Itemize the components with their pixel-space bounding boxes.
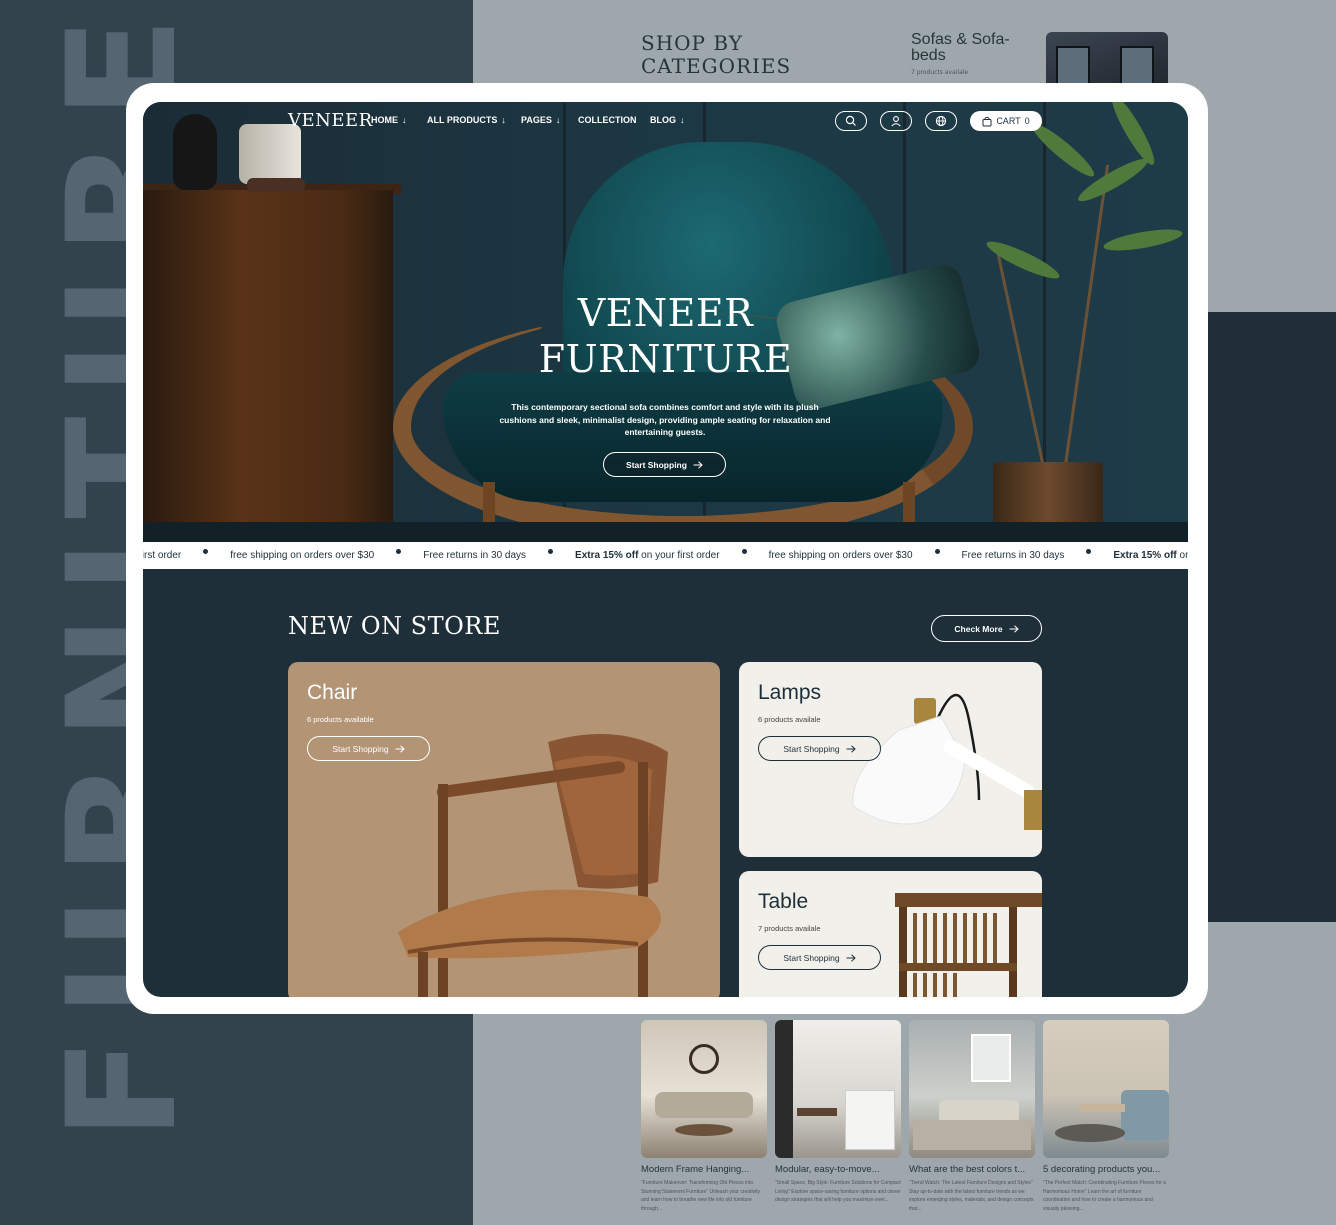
peek-category-name[interactable]: Sofas & Sofa-beds	[911, 32, 1031, 64]
pendant-lamp-image	[852, 693, 1042, 830]
nav-item-label: HOME	[371, 115, 398, 125]
card-count: 6 products available	[307, 715, 374, 724]
ticker-item: first order	[143, 550, 182, 561]
ticker-item: free shipping on orders over $30	[768, 550, 913, 561]
nav-item-pages[interactable]: PAGES ↓	[521, 115, 560, 125]
bullet-icon	[741, 549, 747, 554]
blog-card[interactable]: What are the best colors t... "Trend Wat…	[909, 1020, 1035, 1214]
arrow-right-icon	[1009, 624, 1019, 633]
account-button[interactable]	[880, 111, 912, 131]
chevron-down-icon: ↓	[555, 115, 561, 125]
plant-leaf	[1102, 225, 1184, 255]
nav-item-collection[interactable]: COLLECTION	[578, 115, 637, 125]
blog-description: "Furniture Makeover: Transforming Old Pi…	[641, 1180, 761, 1212]
top-navigation: VENEER HOME ↓ ALL PRODUCTS ↓ PAGES ↓ COLLEC…	[143, 102, 1188, 142]
check-more-button[interactable]: Check More	[931, 615, 1042, 642]
arrow-right-icon	[693, 460, 703, 469]
ticker-item: Free returns in 30 days	[423, 550, 527, 561]
start-shopping-button[interactable]: Start Shopping	[603, 452, 726, 477]
bullet-icon	[934, 549, 940, 554]
baseboard	[143, 522, 1188, 542]
hero-description: This contemporary sectional sofa combine…	[499, 402, 831, 437]
card-count: 6 products availale	[758, 715, 821, 724]
blog-image[interactable]	[1043, 1020, 1169, 1158]
blog-title[interactable]: Modern Frame Hanging...	[641, 1164, 767, 1175]
blog-description: "Small Space, Big Style: Furniture Solut…	[775, 1180, 901, 1203]
blog-description: "Trend Watch: The Latest Furniture Desig…	[909, 1180, 1034, 1212]
nav-item-label: BLOG	[650, 115, 676, 125]
bullet-icon	[396, 549, 402, 554]
start-shopping-button[interactable]: Start Shopping	[307, 736, 430, 761]
plant-leaf	[983, 235, 1063, 285]
button-label: Start Shopping	[783, 952, 840, 963]
blog-image[interactable]	[909, 1020, 1035, 1158]
blog-image[interactable]	[641, 1020, 767, 1158]
background-right-band	[1188, 312, 1336, 922]
hero-section: VENEER HOME ↓ ALL PRODUCTS ↓ PAGES ↓ COLLEC…	[143, 102, 1188, 542]
button-label: Start Shopping	[332, 743, 389, 754]
shopping-bag-icon	[982, 116, 992, 126]
button-label: Check More	[954, 623, 1003, 634]
bullet-icon	[548, 549, 554, 554]
arrow-right-icon	[846, 744, 856, 753]
button-label: Start Shopping	[783, 743, 840, 754]
blog-title[interactable]: 5 decorating products you...	[1043, 1164, 1169, 1175]
ticker-item: Extra 15% off on your first order	[575, 550, 720, 561]
table-lamp-foot	[247, 178, 305, 192]
card-title: Table	[758, 890, 809, 913]
arrow-right-icon	[395, 744, 405, 753]
nav-item-label: ALL PRODUCTS	[427, 115, 498, 125]
wooden-chair-image	[398, 734, 668, 997]
nav-item-home[interactable]: HOME ↓	[371, 115, 407, 125]
cart-count: 0	[1024, 116, 1030, 126]
blog-card[interactable]: Modern Frame Hanging... "Furniture Makeo…	[641, 1020, 767, 1214]
peek-section-title: SHOP BY CATEGORIES	[641, 31, 792, 78]
nav-item-label: PAGES	[521, 115, 552, 125]
start-shopping-button[interactable]: Start Shopping	[758, 736, 881, 761]
logo[interactable]: VENEER	[288, 110, 373, 131]
language-button[interactable]	[925, 111, 957, 131]
blog-description: "The Perfect Match: Coordinating Furnitu…	[1043, 1180, 1166, 1212]
section-title: NEW ON STORE	[288, 612, 501, 640]
blog-card[interactable]: 5 decorating products you... "The Perfec…	[1043, 1020, 1169, 1214]
category-card-lamps[interactable]: Lamps 6 products availale Start Shopping	[739, 662, 1042, 857]
promo-ticker-track: first order free shipping on orders over…	[143, 549, 1188, 561]
nav-item-label: COLLECTION	[578, 115, 637, 125]
ticker-item: Free returns in 30 days	[961, 550, 1065, 561]
start-shopping-button[interactable]: Start Shopping	[758, 945, 881, 970]
blog-image[interactable]	[775, 1020, 901, 1158]
search-button[interactable]	[835, 111, 867, 131]
button-label: Start Shopping	[626, 459, 687, 470]
search-icon	[845, 115, 856, 126]
chevron-down-icon: ↓	[501, 115, 506, 125]
user-icon	[891, 116, 901, 127]
bullet-icon	[1086, 549, 1092, 554]
card-title: Chair	[307, 681, 358, 704]
chevron-down-icon: ↓	[402, 115, 407, 125]
cart-button[interactable]: CART 0	[970, 111, 1042, 131]
peek-category-count: 7 products availale	[911, 69, 969, 76]
ticker-item: free shipping on orders over $30	[230, 550, 375, 561]
hero-title-line: FURNITURE	[538, 337, 793, 381]
ticker-item: Extra 15% off on your first order	[1113, 550, 1188, 561]
nav-item-blog[interactable]: BLOG ↓	[650, 115, 685, 125]
hero-title: VENEER FURNITURE	[143, 290, 1188, 382]
card-title: Lamps	[758, 681, 822, 704]
cart-label: CART	[996, 116, 1021, 126]
category-card-chair[interactable]: Chair 6 products available Start Shoppin…	[288, 662, 720, 997]
hero-title-line: VENEER	[577, 291, 754, 335]
category-card-table[interactable]: Table 7 products availale Start Shopping	[739, 871, 1042, 997]
blog-title[interactable]: What are the best colors t...	[909, 1164, 1035, 1175]
promo-ticker: first order free shipping on orders over…	[143, 542, 1188, 569]
arrow-right-icon	[846, 953, 856, 962]
chevron-down-icon: ↓	[680, 115, 685, 125]
blog-card[interactable]: Modular, easy-to-move... "Small Space, B…	[775, 1020, 901, 1214]
card-count: 7 products availale	[758, 924, 821, 933]
globe-icon	[935, 115, 947, 127]
website-screen: VENEER HOME ↓ ALL PRODUCTS ↓ PAGES ↓ COLLEC…	[143, 102, 1188, 997]
bullet-icon	[203, 549, 209, 554]
nav-item-all-products[interactable]: ALL PRODUCTS ↓	[427, 115, 506, 125]
wooden-table-image	[895, 893, 1042, 997]
blog-title[interactable]: Modular, easy-to-move...	[775, 1164, 901, 1175]
